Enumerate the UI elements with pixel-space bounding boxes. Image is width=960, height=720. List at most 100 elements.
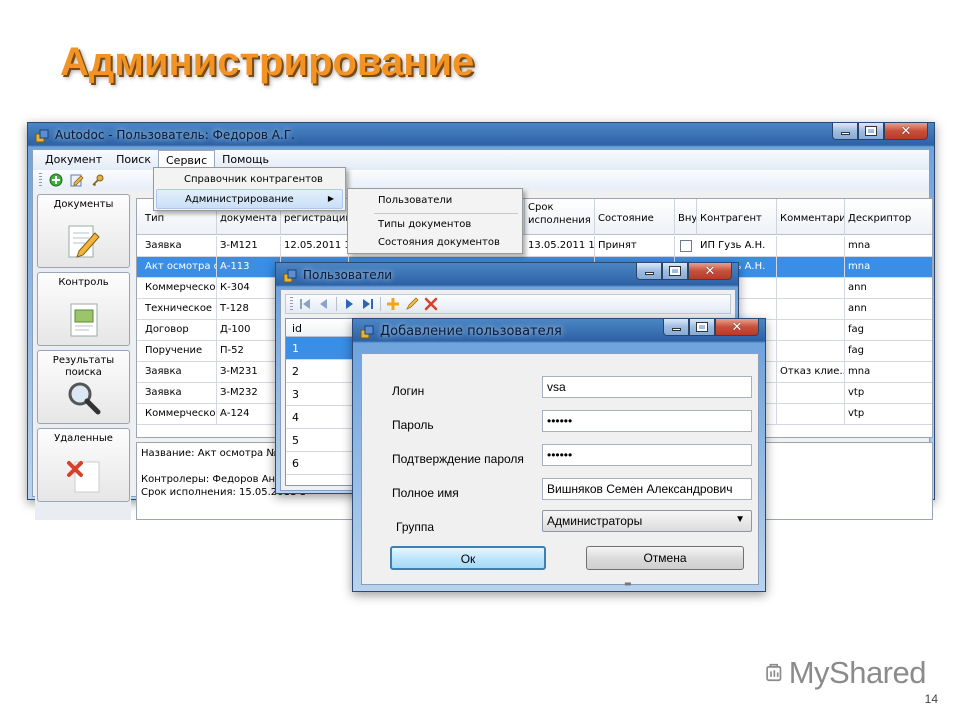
- internal-checkbox[interactable]: [680, 240, 692, 252]
- minimize-button[interactable]: [832, 123, 858, 140]
- users-window-title: Пользователи: [303, 268, 393, 282]
- close-icon: ✕: [731, 319, 743, 335]
- toolbar-grip[interactable]: [39, 173, 42, 187]
- table-cell-type: Коммерческо...: [137, 404, 217, 425]
- app-icon: [283, 269, 297, 283]
- minimize-button[interactable]: [663, 319, 689, 336]
- table-cell-num: П-52: [217, 341, 281, 362]
- table-cell-type: Заявка: [137, 236, 217, 257]
- table-cell-comment: [777, 383, 845, 404]
- submenu-item-document-types[interactable]: Типы документов: [350, 215, 520, 235]
- delete-document-icon: [67, 461, 100, 493]
- add-icon[interactable]: [49, 173, 63, 187]
- col-due[interactable]: Срок исполнения: [525, 199, 595, 235]
- table-cell-due: 13.05.2011 1...: [525, 236, 595, 257]
- document-edit-icon: [68, 225, 100, 258]
- group-select[interactable]: Администраторы ▼: [542, 510, 752, 532]
- watermark-text: MyShared: [788, 655, 927, 690]
- maximize-button[interactable]: [662, 263, 688, 280]
- table-cell-type: Акт осмотра о...: [137, 257, 217, 278]
- maximize-button[interactable]: [858, 123, 884, 140]
- add-user-titlebar[interactable]: Добавление пользователя ✕: [353, 319, 765, 345]
- col-comments[interactable]: Комментарии: [777, 199, 845, 235]
- table-cell-desc: ann: [845, 278, 932, 299]
- nav-deleted-button[interactable]: Удаленные: [37, 428, 130, 502]
- minimize-button[interactable]: [636, 263, 662, 280]
- col-descriptor[interactable]: Дескриптор: [845, 199, 932, 235]
- watermark-icon: [766, 663, 782, 682]
- table-cell-desc: mna: [845, 236, 932, 257]
- edit-record-icon[interactable]: [405, 297, 419, 311]
- submenu-item-document-states[interactable]: Состояния документов: [350, 233, 520, 253]
- add-record-icon[interactable]: [386, 297, 400, 311]
- delete-record-icon[interactable]: [424, 297, 438, 311]
- password-input[interactable]: ••••••: [542, 410, 752, 432]
- table-cell-type: Техническое ...: [137, 299, 217, 320]
- left-navigation: Документы Контроль Результаты поиска Уда…: [35, 194, 131, 520]
- nav-search-results-label: Результаты поиска: [52, 355, 115, 378]
- page-number: 14: [924, 692, 938, 706]
- close-icon: ✕: [900, 123, 912, 139]
- maximize-button[interactable]: [689, 319, 715, 336]
- col-contractor[interactable]: Контрагент: [697, 199, 777, 235]
- toolbar-separator: [336, 297, 337, 311]
- resize-grip-icon: ▬: [624, 579, 632, 588]
- menu-item-administration[interactable]: Администрирование ▶: [156, 189, 343, 209]
- col-internal[interactable]: Внут: [675, 199, 697, 235]
- table-cell-comment: Отказ клие...: [777, 362, 845, 383]
- submenu-separator: [374, 213, 518, 214]
- cancel-button[interactable]: Отмена: [586, 546, 744, 570]
- app-icon: [35, 129, 49, 143]
- menu-document[interactable]: Документ: [33, 150, 109, 170]
- submenu-item-users[interactable]: Пользователи: [350, 191, 520, 211]
- table-cell-type: Заявка: [137, 383, 217, 404]
- nav-control-label: Контроль: [58, 277, 109, 288]
- full-name-label: Полное имя: [392, 486, 459, 500]
- table-cell-state: Принят: [595, 236, 675, 257]
- main-window-title: Autodoc - Пользователь: Федоров А.Г.: [55, 128, 295, 142]
- next-record-icon[interactable]: [342, 297, 356, 311]
- maximize-icon: [865, 126, 877, 136]
- confirm-password-input[interactable]: ••••••: [542, 444, 752, 466]
- menu-item-contractors[interactable]: Справочник контрагентов: [156, 170, 343, 190]
- table-cell-comment: [777, 236, 845, 257]
- toolbar-separator: [380, 297, 381, 311]
- group-select-value: Администраторы: [547, 514, 643, 528]
- nav-control-button[interactable]: Контроль: [37, 272, 130, 346]
- menu-search[interactable]: Поиск: [109, 150, 158, 170]
- full-name-input[interactable]: Вишняков Семен Александрович: [542, 478, 752, 500]
- key-icon[interactable]: [91, 173, 105, 187]
- minimize-icon: [671, 328, 681, 331]
- table-cell-comment: [777, 299, 845, 320]
- table-cell-num: З-М121: [217, 236, 281, 257]
- last-record-icon[interactable]: [361, 297, 375, 311]
- ok-button[interactable]: Ок: [390, 546, 546, 570]
- first-record-icon[interactable]: [298, 297, 312, 311]
- nav-search-results-button[interactable]: Результаты поиска: [37, 350, 130, 424]
- administration-submenu: Пользователи Типы документов Состояния д…: [347, 188, 523, 254]
- table-cell-type: Договор: [137, 320, 217, 341]
- toolbar-grip[interactable]: [290, 297, 293, 311]
- previous-record-icon[interactable]: [317, 297, 331, 311]
- close-button[interactable]: ✕: [715, 319, 759, 336]
- table-cell-desc: vtp: [845, 383, 932, 404]
- users-titlebar[interactable]: Пользователи ✕: [276, 263, 738, 289]
- table-cell-desc: vtp: [845, 404, 932, 425]
- col-state[interactable]: Состояние: [595, 199, 675, 235]
- service-dropdown-menu: Справочник контрагентов Администрировани…: [153, 167, 346, 211]
- close-button[interactable]: ✕: [884, 123, 928, 140]
- table-cell-type: Поручение: [137, 341, 217, 362]
- nav-documents-button[interactable]: Документы: [37, 194, 130, 268]
- close-button[interactable]: ✕: [688, 263, 732, 280]
- main-titlebar[interactable]: Autodoc - Пользователь: Федоров А.Г. ✕: [28, 123, 934, 149]
- table-cell-desc: fag: [845, 341, 932, 362]
- table-cell-num: З-М231: [217, 362, 281, 383]
- table-cell-reg: 12.05.2011 1...: [281, 236, 349, 257]
- password-label: Пароль: [392, 418, 434, 432]
- edit-document-icon[interactable]: [70, 173, 84, 187]
- login-input[interactable]: vsa: [542, 376, 752, 398]
- table-cell-comment: [777, 320, 845, 341]
- table-cell-contractor: ИП Гузь А.Н.: [697, 236, 777, 257]
- magnifier-icon: [68, 382, 101, 415]
- table-row[interactable]: ЗаявкаЗ-М12112.05.2011 1... 13.05.2011 1.…: [137, 236, 932, 257]
